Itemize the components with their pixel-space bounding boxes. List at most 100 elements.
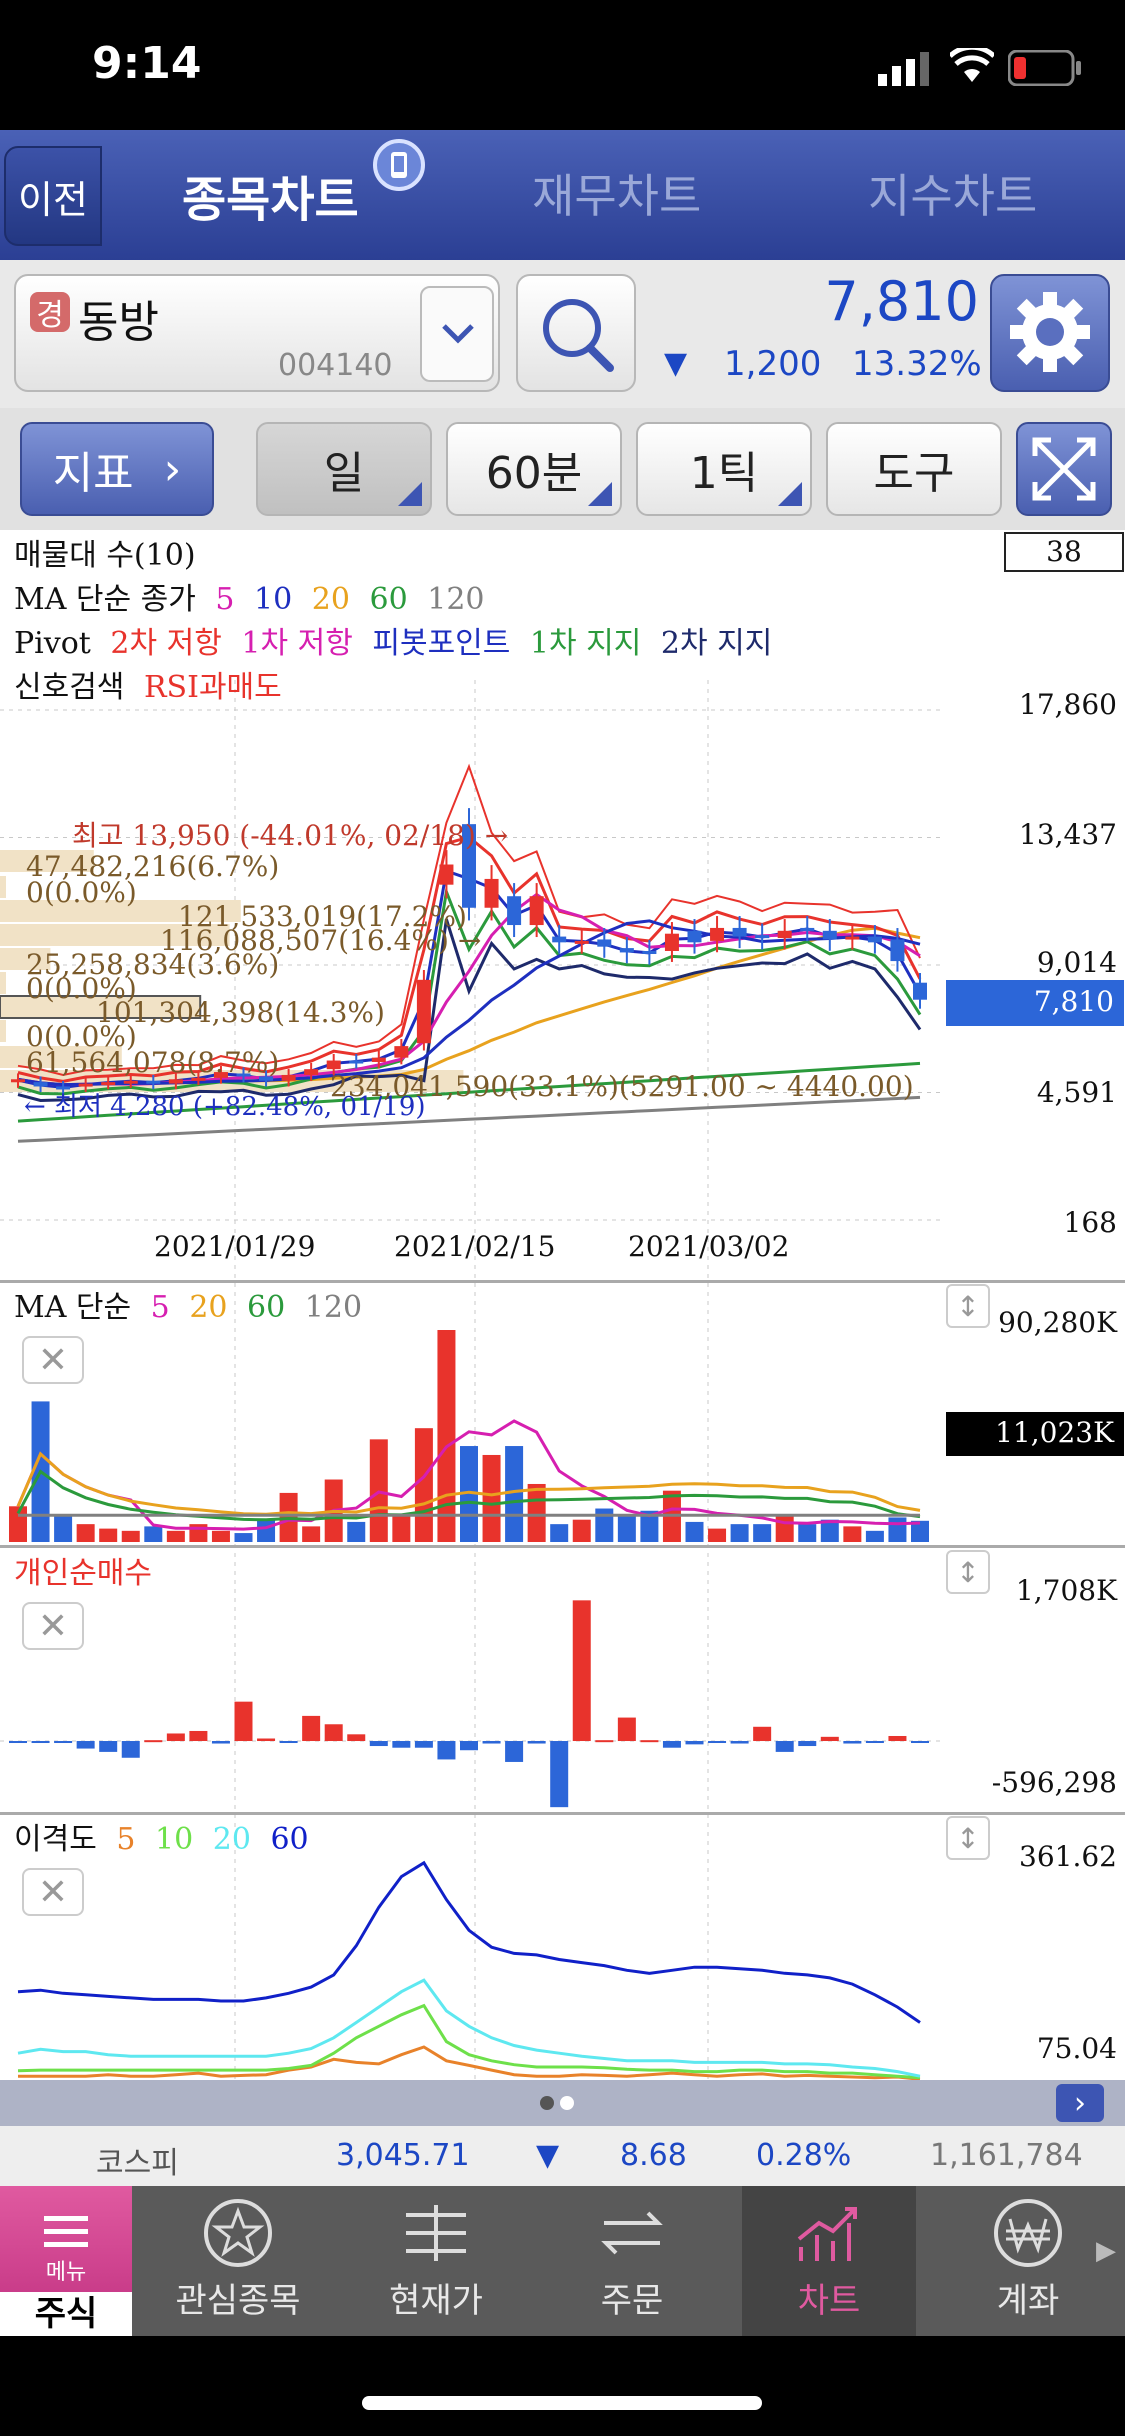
retail-bar: [99, 1741, 118, 1752]
vp-label-2: 0(0.0%): [26, 876, 137, 909]
chart-pager: ›: [0, 2080, 1125, 2126]
fullscreen-button[interactable]: [1016, 422, 1112, 516]
period-day-button[interactable]: 일: [256, 422, 432, 516]
retail-bar: [166, 1733, 185, 1742]
retail-bar: [189, 1730, 208, 1742]
candle: [11, 1079, 25, 1083]
resize-panel-button[interactable]: ↕: [946, 1550, 990, 1594]
retail-bar: [437, 1741, 456, 1760]
volume-bar: [505, 1446, 524, 1542]
retail-bar: [76, 1741, 95, 1749]
candle: [619, 948, 634, 953]
chart-area[interactable]: 매물대 수(10) MA 단순 종가 5 10 20 60 120 Pivot …: [0, 530, 1125, 2080]
candle: [326, 1060, 341, 1070]
candle: [101, 1082, 116, 1086]
vol-ma5-legend: 5: [150, 1290, 170, 1325]
bottom-tab-bar: 메뉴 주식 관심종목 현재가 주문 차트 계좌 ▶: [0, 2186, 1125, 2336]
resize-panel-button[interactable]: ↕: [946, 1816, 990, 1860]
current-price: 7,810: [824, 270, 979, 333]
candle: [822, 930, 837, 940]
stock-dropdown-button[interactable]: [420, 286, 494, 382]
close-panel-button[interactable]: ✕: [22, 1602, 84, 1650]
vol-ma60-legend: 60: [247, 1290, 286, 1325]
refresh-icon[interactable]: [372, 138, 426, 192]
disp60-legend: 60: [270, 1822, 309, 1857]
x-label-3: 2021/03/02: [628, 1230, 790, 1263]
search-button[interactable]: [516, 274, 636, 392]
chart-toolbar: 지표 › 일 60분 1틱 도구: [0, 408, 1125, 530]
chevron-right-icon: ›: [163, 443, 182, 495]
y-label-1: 17,860: [1019, 688, 1117, 721]
disparity-legend-label: 이격도: [14, 1822, 97, 1857]
close-panel-button[interactable]: ✕: [22, 1868, 84, 1916]
resize-panel-button[interactable]: ↕: [946, 1284, 990, 1328]
status-time: 9:14: [92, 38, 202, 89]
retail-bar: [121, 1741, 140, 1758]
retail-bar: [257, 1738, 276, 1742]
expand-icon: [1032, 437, 1096, 501]
ma-legend: MA 단순 종가 5 10 20 60 120: [14, 574, 485, 618]
nav-bar: 이전 종목차트 재무차트 지수차트: [0, 130, 1125, 260]
next-page-button[interactable]: ›: [1056, 2084, 1104, 2122]
y-label-5: 168: [1063, 1206, 1117, 1239]
settings-button[interactable]: [990, 274, 1110, 392]
tab-account[interactable]: 계좌: [938, 2186, 1118, 2336]
close-icon: ✕: [37, 1339, 69, 1381]
page-dot[interactable]: [560, 2096, 574, 2110]
candle: [732, 927, 747, 937]
candle: [507, 896, 522, 926]
y-label-2: 13,437: [1019, 818, 1117, 851]
x-label-2: 2021/02/15: [394, 1230, 556, 1263]
vp-label-10: 234,041,590(33.1%)(5291.00 ~ 4440.00): [330, 1070, 914, 1103]
candle: [484, 878, 499, 908]
retail-bar: [527, 1741, 546, 1744]
volume-profile-bar: [0, 972, 6, 994]
price-change: 1,200: [724, 344, 822, 384]
close-panel-button[interactable]: ✕: [22, 1336, 84, 1384]
volume-max-label: 90,280K: [998, 1306, 1117, 1339]
volume-bar: [302, 1526, 321, 1542]
tab-index-chart[interactable]: 지수차트: [868, 160, 1037, 226]
tick-button[interactable]: 1틱: [636, 422, 812, 516]
volume-bar: [550, 1524, 569, 1542]
tab-watchlist[interactable]: 관심종목: [148, 2186, 328, 2336]
ma60-legend: 60: [369, 582, 408, 617]
retail-bar: [505, 1741, 524, 1762]
volume-profile-legend: 매물대 수(10): [14, 538, 196, 573]
retail-bar: [550, 1741, 569, 1808]
candle: [890, 939, 905, 962]
gear-icon: [1010, 292, 1090, 372]
pivot-legend: Pivot 2차 저항 1차 저항 피봇포인트 1차 지지 2차 지지: [14, 618, 772, 662]
tab-chart[interactable]: 차트: [742, 2186, 916, 2336]
candle: [439, 864, 454, 885]
volume-bar: [798, 1524, 817, 1542]
exchange-icon: [601, 2211, 663, 2255]
tab-stock-label: 주식: [0, 2292, 132, 2336]
candle: [664, 933, 679, 951]
retail-bar: [798, 1741, 817, 1747]
kospi-ticker[interactable]: 코스피 3,045.71 ▼ 8.68 0.28% 1,161,784: [0, 2126, 1125, 2186]
candle: [574, 940, 589, 944]
period-minute-button[interactable]: 60분: [446, 422, 622, 516]
page-dot[interactable]: [540, 2096, 554, 2110]
tab-menu-stock[interactable]: 메뉴 주식: [0, 2186, 132, 2336]
disparity-line-20: [17, 1978, 921, 2078]
tab-current-price[interactable]: 현재가: [346, 2186, 526, 2336]
y-label-4: 4,591: [1036, 1076, 1117, 1109]
resize-icon: ↕: [956, 1821, 980, 1855]
tools-button[interactable]: 도구: [826, 422, 1002, 516]
retail-bar: [234, 1701, 253, 1742]
stock-select-box[interactable]: 경 동방 004140: [14, 274, 500, 392]
back-button[interactable]: 이전: [4, 146, 102, 246]
indicator-button[interactable]: 지표 ›: [20, 422, 214, 516]
more-tabs-icon[interactable]: ▶: [1096, 2236, 1116, 2266]
vol-ma20-legend: 20: [189, 1290, 228, 1325]
tab-financial-chart[interactable]: 재무차트: [532, 160, 701, 226]
tab-order[interactable]: 주문: [542, 2186, 722, 2336]
retail-bar: [911, 1741, 929, 1744]
retail-bar: [302, 1715, 321, 1742]
disp10-legend: 10: [155, 1822, 194, 1857]
tab-stock-chart[interactable]: 종목차트: [182, 160, 359, 230]
candle: [913, 982, 927, 1000]
wifi-icon: [950, 48, 994, 82]
